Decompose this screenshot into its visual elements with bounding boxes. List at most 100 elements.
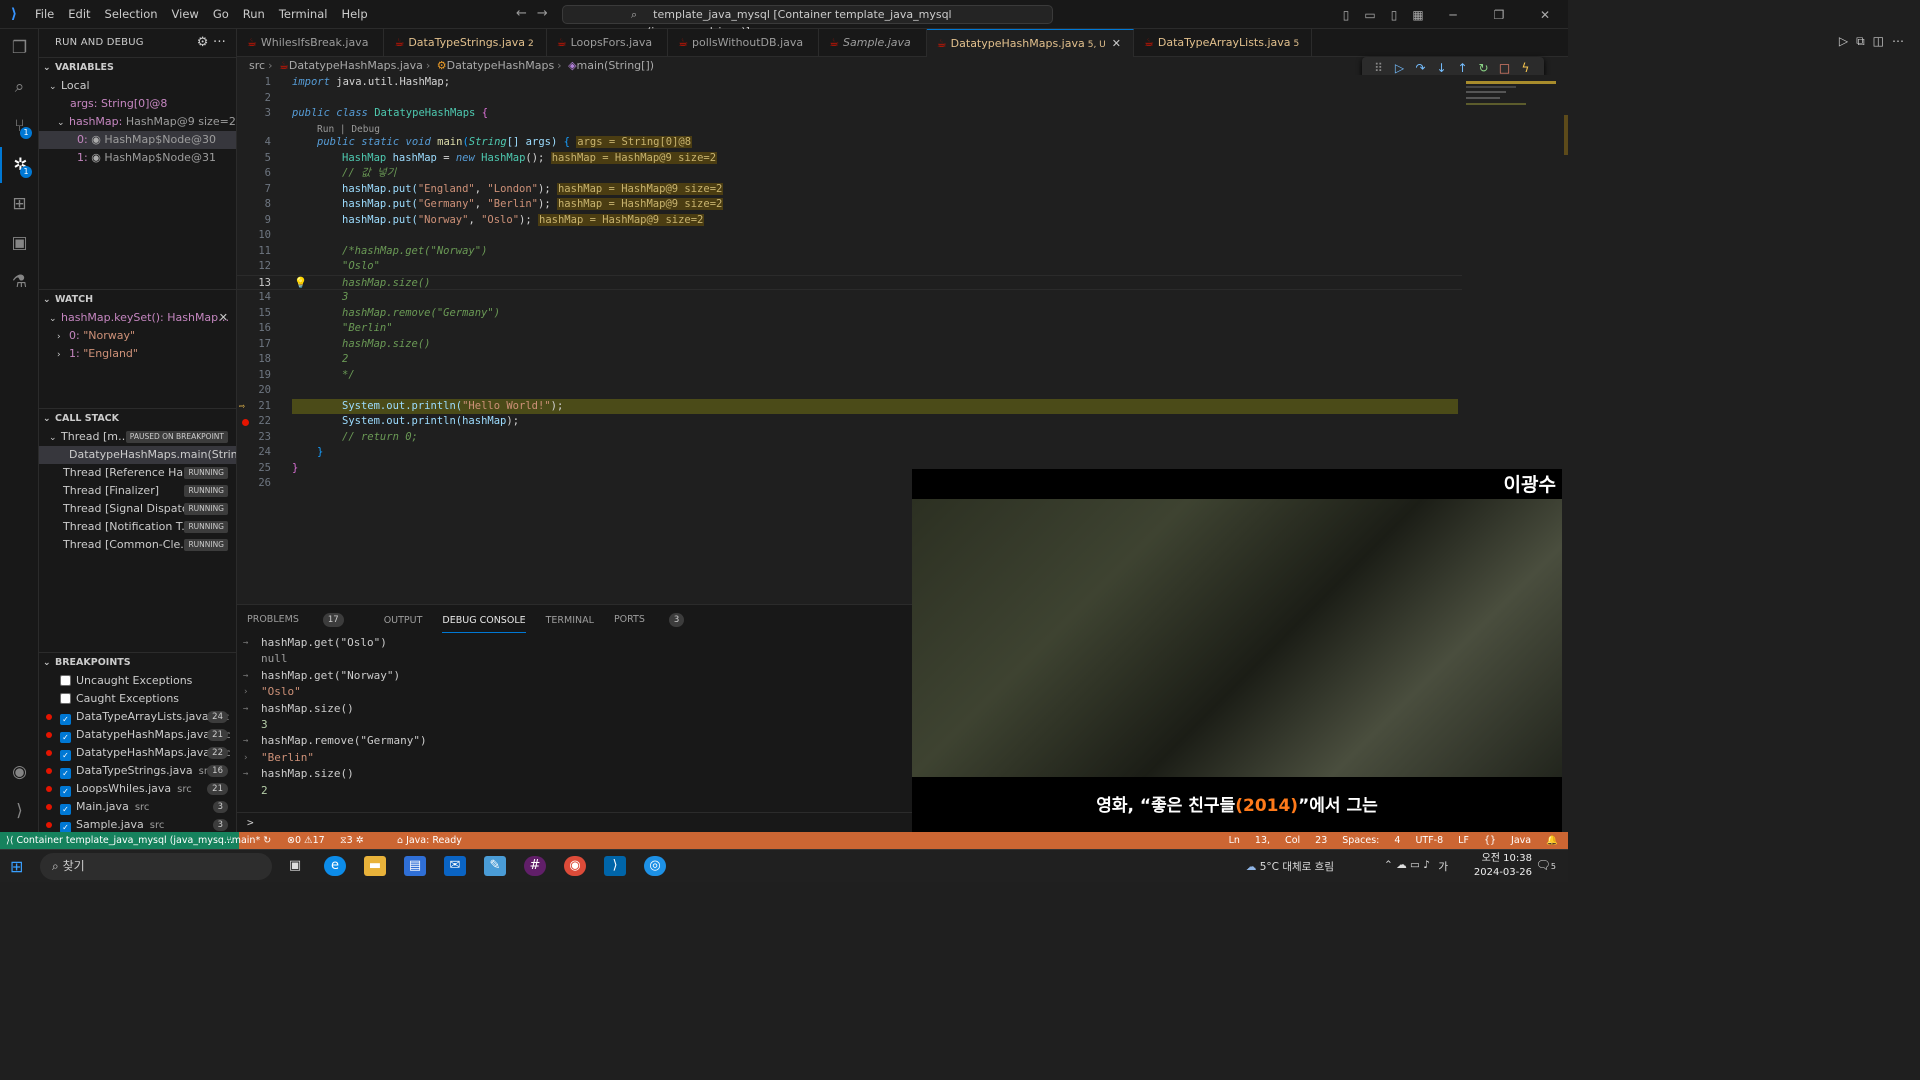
docker-icon[interactable]: ◎: [644, 856, 666, 876]
callstack-thread[interactable]: Thread [Reference Ha... RUNNING: [39, 464, 236, 482]
step-out-icon[interactable]: ↑: [1452, 61, 1473, 75]
step-over-icon[interactable]: ↷: [1410, 61, 1431, 75]
ime-indicator[interactable]: 가: [1438, 859, 1448, 874]
search-view-icon[interactable]: ⌕: [0, 69, 39, 105]
hot-code-replace-icon[interactable]: ϟ: [1515, 61, 1536, 75]
callstack-thread[interactable]: Thread [Finalizer] RUNNING: [39, 482, 236, 500]
tab-loopsfors-java[interactable]: ☕ LoopsFors.java: [547, 29, 669, 57]
uncaught-exceptions[interactable]: Uncaught Exceptions: [39, 672, 236, 690]
tab-pollswithoutdb-java[interactable]: ☕ pollsWithoutDB.java: [668, 29, 820, 57]
variables-section-header[interactable]: ⌄ VARIABLES: [39, 57, 236, 77]
more-actions-icon[interactable]: ···: [213, 35, 226, 50]
step-into-icon[interactable]: ↓: [1431, 61, 1452, 75]
watch-section-header[interactable]: ⌄ WATCH: [39, 289, 236, 309]
notification-icon[interactable]: 🗨5: [1536, 858, 1556, 872]
breakpoint-item[interactable]: ✓DatatypeHashMaps.javasrc22: [39, 744, 236, 762]
debug-console-input[interactable]: >: [237, 812, 912, 832]
breadcrumb-src[interactable]: src: [249, 59, 265, 72]
accounts-icon[interactable]: ◉: [0, 754, 39, 790]
tab-debug-console[interactable]: DEBUG CONSOLE: [442, 615, 526, 633]
menu-go[interactable]: Go: [206, 7, 236, 21]
extensions-icon[interactable]: ⊞: [0, 186, 39, 222]
restart-icon[interactable]: ↻: [1473, 61, 1494, 75]
file-explorer-icon[interactable]: ▬: [364, 856, 386, 876]
tab-problems[interactable]: PROBLEMS 17: [247, 613, 364, 627]
run-debug-icon[interactable]: ✲ 1: [0, 147, 39, 183]
stop-icon[interactable]: □: [1494, 61, 1515, 75]
checkbox-checked-icon[interactable]: ✓: [60, 768, 71, 779]
restore-button[interactable]: ❐: [1476, 8, 1522, 22]
breakpoint-item[interactable]: ✓ LoopsWhiles.java src 21: [39, 780, 236, 798]
java-status[interactable]: ⌂ Java: Ready: [397, 832, 462, 849]
watch-item-0[interactable]: › 0: "Norway": [39, 327, 236, 345]
breakpoint-item[interactable]: ✓ Sample.java src 3: [39, 816, 236, 832]
vscode-remote-icon[interactable]: ⟩: [0, 793, 39, 829]
variable-node-0[interactable]: 0: ◉ HashMap$Node@30: [39, 131, 236, 149]
video-overlay[interactable]: 이광수 영화, “좋은 친구들(2014)”에서 그는: [912, 469, 1562, 832]
breadcrumb-class[interactable]: DatatypeHashMaps: [447, 59, 555, 72]
tab-output[interactable]: OUTPUT: [384, 615, 423, 626]
variable-args[interactable]: args: String[0]@8: [39, 95, 236, 113]
callstack-thread[interactable]: Thread [Common-Cle... RUNNING: [39, 536, 236, 554]
tab-terminal[interactable]: TERMINAL: [546, 615, 594, 626]
caught-exceptions[interactable]: Caught Exceptions: [39, 690, 236, 708]
task-view-icon[interactable]: ▣: [284, 856, 306, 876]
explorer-icon[interactable]: ❐: [0, 30, 39, 66]
checkbox-checked-icon[interactable]: ✓: [60, 732, 71, 743]
callstack-thread[interactable]: Thread [Signal Dispatc... RUNNING: [39, 500, 236, 518]
variables-local-scope[interactable]: ⌄ Local: [39, 77, 236, 95]
drag-handle-icon[interactable]: ⠿: [1368, 61, 1389, 75]
windows-start-icon[interactable]: ⊞: [10, 857, 23, 876]
tab-whilesifsbreak-java[interactable]: ☕ WhilesIfsBreak.java: [237, 29, 385, 57]
callstack-thread[interactable]: Thread [Notification T... RUNNING: [39, 518, 236, 536]
checkbox-checked-icon[interactable]: ✓: [60, 804, 71, 815]
tab-datatypearraylists-java[interactable]: ☕ DataTypeArrayLists.java 5: [1134, 29, 1313, 57]
slack-icon[interactable]: #: [524, 856, 546, 876]
toggle-secondary-sidebar-icon[interactable]: ▯: [1382, 8, 1406, 22]
tab-ports[interactable]: PORTS 3: [614, 613, 704, 627]
mail-icon[interactable]: ✉: [444, 856, 466, 876]
checkbox-checked-icon[interactable]: ✓: [60, 822, 71, 832]
run-icon[interactable]: ▷: [1839, 34, 1856, 48]
testing-icon[interactable]: ⚗: [0, 264, 39, 300]
menu-view[interactable]: View: [165, 7, 206, 21]
callstack-section-header[interactable]: ⌄ CALL STACK: [39, 408, 236, 428]
status-right[interactable]: Ln 13, Col 23 Spaces: 4 UTF-8 LF {} Java…: [1229, 832, 1558, 849]
split-editor-icon[interactable]: ◫: [1873, 34, 1892, 48]
callstack-frame[interactable]: DatatypeHashMaps.main(String[: [39, 446, 236, 464]
minimize-button[interactable]: ─: [1430, 8, 1476, 22]
breakpoint-item[interactable]: ✓DatatypeHashMaps.javasrc21: [39, 726, 236, 744]
command-center-search[interactable]: ⌕ template_java_mysql [Container template…: [562, 5, 1053, 38]
more-icon[interactable]: ⋯: [1892, 34, 1912, 48]
source-control-icon[interactable]: ⑂ 1: [0, 108, 39, 144]
remote-explorer-icon[interactable]: ▣: [0, 225, 39, 261]
tab-datatypestrings-java[interactable]: ☕ DataTypeStrings.java 2: [384, 29, 547, 57]
menu-terminal[interactable]: Terminal: [272, 7, 335, 21]
breakpoint-item[interactable]: ✓DataTypeArrayLists.javasrc24: [39, 708, 236, 726]
watch-expression[interactable]: ⌄ hashMap.keySet(): HashMap… ✕: [39, 309, 236, 327]
checkbox-checked-icon[interactable]: ✓: [60, 786, 71, 797]
checkbox-checked-icon[interactable]: ✓: [60, 714, 71, 725]
menu-edit[interactable]: Edit: [61, 7, 97, 21]
lightbulb-icon[interactable]: 💡: [294, 276, 307, 292]
forward-arrow-icon[interactable]: →: [537, 6, 558, 21]
remove-watch-icon[interactable]: ✕: [219, 309, 228, 327]
back-arrow-icon[interactable]: ←: [516, 6, 537, 21]
variable-node-1[interactable]: 1: ◉ HashMap$Node@31: [39, 149, 236, 167]
checkbox-checked-icon[interactable]: ✓: [60, 750, 71, 761]
ports-indicator[interactable]: ⧖3 ✲: [340, 832, 364, 849]
vscode-taskbar-icon[interactable]: ⟩: [604, 856, 626, 876]
callstack-main-thread[interactable]: ⌄ Thread [m… PAUSED ON BREAKPOINT: [39, 428, 236, 446]
branch-indicator[interactable]: ⑂main* ↻: [226, 832, 271, 849]
console-result-line[interactable]: › "Berlin": [237, 750, 912, 766]
breakpoints-section-header[interactable]: ⌄ BREAKPOINTS: [39, 652, 236, 672]
edge-icon[interactable]: e: [324, 856, 346, 876]
menu-help[interactable]: Help: [334, 7, 374, 21]
gear-icon[interactable]: ⚙: [197, 35, 209, 50]
console-result-line[interactable]: › "Oslo": [237, 684, 912, 700]
problems-indicator[interactable]: ⊗0 ⚠17: [287, 832, 325, 849]
variable-hashmap[interactable]: ⌄ hashMap: HashMap@9 size=2: [39, 113, 236, 131]
tab-datatypehashmaps-java[interactable]: ☕ DatatypeHashMaps.java 5, U ✕: [926, 29, 1134, 57]
close-window-button[interactable]: ✕: [1522, 8, 1568, 22]
remote-indicator[interactable]: ⟩⟨ Container template_java_mysql (java_m…: [0, 832, 239, 849]
